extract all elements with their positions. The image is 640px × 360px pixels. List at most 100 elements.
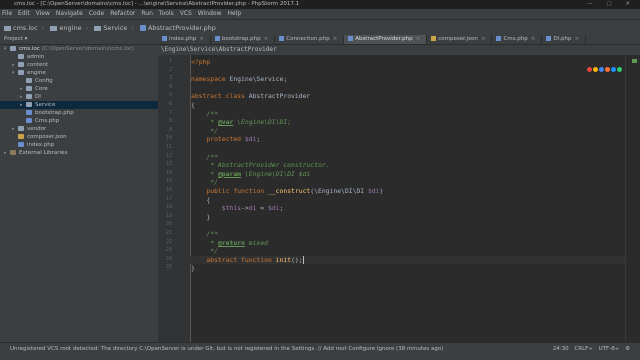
code-line[interactable]: /**: [190, 110, 626, 119]
line-number[interactable]: 6: [158, 101, 172, 107]
line-number[interactable]: 18: [158, 204, 172, 210]
code-line[interactable]: abstract function init();: [190, 255, 626, 265]
tab-bootstrap-php[interactable]: bootstrap.php ×: [211, 35, 276, 44]
code-line[interactable]: [190, 84, 626, 93]
tab-index-php[interactable]: index.php ×: [158, 35, 211, 44]
line-number[interactable]: 21: [158, 230, 172, 236]
nav-item-engine[interactable]: engine: [50, 24, 85, 32]
tree-item-service[interactable]: ▸ Service: [0, 101, 158, 109]
browser-icon[interactable]: [611, 67, 616, 72]
tab-abstractprovider-php[interactable]: AbstractProvider.php ×: [344, 35, 428, 44]
settings-icon[interactable]: ⚙: [625, 346, 630, 352]
code-line[interactable]: abstract class AbstractProvider: [190, 92, 626, 101]
line-number[interactable]: 15: [158, 178, 172, 184]
tab-di-php[interactable]: DI.php ×: [542, 35, 587, 44]
vcs-notification[interactable]: Unregistered VCS root detected: The dire…: [10, 346, 443, 352]
nav-item-file[interactable]: AbstractProvider.php: [139, 24, 220, 32]
tree-item-root[interactable]: ▾ cms.loc (C:\OpenServer\domains\cms.loc): [0, 45, 158, 53]
line-number[interactable]: 12: [158, 153, 172, 159]
menu-edit[interactable]: Edit: [18, 10, 30, 17]
tree-item-index-php[interactable]: index.php: [0, 141, 158, 149]
code-line[interactable]: * @var \Engine\DI\DI;: [190, 118, 626, 127]
code-line[interactable]: * @return mixed: [190, 239, 626, 248]
close-icon[interactable]: ×: [531, 36, 536, 42]
code-line[interactable]: */: [190, 127, 626, 136]
tree-item-content[interactable]: ▸ content: [0, 61, 158, 69]
menu-view[interactable]: View: [36, 10, 50, 17]
tab-cms-php[interactable]: Cms.php ×: [492, 35, 543, 44]
code-line[interactable]: /**: [190, 153, 626, 162]
line-number[interactable]: 22: [158, 239, 172, 245]
code-line[interactable]: [190, 67, 626, 76]
caret-position[interactable]: 24:30: [553, 346, 569, 352]
code-line[interactable]: [190, 221, 626, 230]
line-number[interactable]: 14: [158, 170, 172, 176]
line-number[interactable]: 13: [158, 161, 172, 167]
editor-scrollbar[interactable]: [625, 55, 640, 343]
menu-navigate[interactable]: Navigate: [56, 10, 83, 17]
line-number[interactable]: 5: [158, 92, 172, 98]
line-number-gutter[interactable]: 1 2 3 4 5 6 7 8 9 10 11 12 13 14 15 16 17 18 19 20 21 22 23 24 2…: [158, 55, 191, 343]
browser-icon[interactable]: [587, 67, 592, 72]
browser-icon[interactable]: [593, 67, 598, 72]
line-number[interactable]: 24: [158, 256, 172, 262]
nav-item-service[interactable]: Service: [94, 24, 131, 32]
line-separator[interactable]: CRLF÷: [574, 346, 593, 352]
browser-icon[interactable]: [605, 67, 610, 72]
class-breadcrumb[interactable]: \Engine\Service\AbstractProvider: [161, 46, 277, 53]
close-icon[interactable]: ×: [333, 36, 338, 42]
close-icon[interactable]: ×: [416, 36, 421, 42]
code-line[interactable]: }: [190, 213, 626, 222]
menu-help[interactable]: Help: [227, 10, 241, 17]
close-icon[interactable]: ×: [199, 36, 204, 42]
line-number[interactable]: 16: [158, 187, 172, 193]
tree-item-engine[interactable]: ▾ engine: [0, 69, 158, 77]
menu-file[interactable]: File: [2, 10, 12, 17]
line-number[interactable]: 7: [158, 110, 172, 116]
menu-vcs[interactable]: VCS: [180, 10, 192, 17]
tab-connection-php[interactable]: Connection.php ×: [275, 35, 345, 44]
window-controls[interactable]: — ▢ ✕: [587, 0, 636, 9]
line-number[interactable]: 20: [158, 221, 172, 227]
code-line[interactable]: */: [190, 178, 626, 187]
line-number[interactable]: 1: [158, 58, 172, 64]
line-number[interactable]: 10: [158, 135, 172, 141]
tree-item-config[interactable]: Config: [0, 77, 158, 85]
code-line[interactable]: {: [190, 196, 626, 205]
close-icon[interactable]: ×: [574, 36, 579, 42]
line-number[interactable]: 4: [158, 84, 172, 90]
menu-refactor[interactable]: Refactor: [110, 10, 135, 17]
close-icon[interactable]: ×: [481, 36, 486, 42]
close-icon[interactable]: ×: [264, 36, 269, 42]
code-line[interactable]: [190, 144, 626, 153]
menu-tools[interactable]: Tools: [159, 10, 174, 17]
project-panel-header[interactable]: Project ▾: [0, 35, 158, 45]
code-line[interactable]: public function __construct(\Engine\DI\D…: [190, 187, 626, 196]
line-number[interactable]: 17: [158, 196, 172, 202]
line-number[interactable]: 23: [158, 247, 172, 253]
tree-item-composer-json[interactable]: composer.json: [0, 133, 158, 141]
line-number[interactable]: 2: [158, 67, 172, 73]
tab-composer-json[interactable]: composer.json ×: [427, 35, 493, 44]
tree-item-bootstrap-php[interactable]: bootstrap.php: [0, 109, 158, 117]
tree-item-core[interactable]: ▸ Core: [0, 85, 158, 93]
code-line[interactable]: * AbstractProvider constructor.: [190, 161, 626, 170]
code-line[interactable]: protected $di;: [190, 135, 626, 144]
code-line[interactable]: $this->di = $di;: [190, 204, 626, 213]
line-number[interactable]: 3: [158, 75, 172, 81]
menu-window[interactable]: Window: [198, 10, 222, 17]
code-line[interactable]: <?php: [190, 58, 626, 67]
line-number[interactable]: 25: [158, 264, 172, 270]
browser-icon[interactable]: [617, 67, 622, 72]
tree-item-vendor[interactable]: ▸ vendor: [0, 125, 158, 133]
code-line[interactable]: }: [190, 264, 626, 273]
browser-icon[interactable]: [599, 67, 604, 72]
tree-item-cms-php[interactable]: Cms.php: [0, 117, 158, 125]
inspection-ok-icon[interactable]: [632, 59, 637, 63]
code-editor[interactable]: 1 2 3 4 5 6 7 8 9 10 11 12 13 14 15 16 17 18 19 20 21 22 23 24 2…: [158, 55, 640, 343]
tree-item-external-libraries[interactable]: ▸ External Libraries: [0, 149, 158, 157]
menu-code[interactable]: Code: [89, 10, 104, 17]
menu-run[interactable]: Run: [141, 10, 153, 17]
line-number[interactable]: 19: [158, 213, 172, 219]
code-line[interactable]: namespace Engine\Service;: [190, 75, 626, 84]
